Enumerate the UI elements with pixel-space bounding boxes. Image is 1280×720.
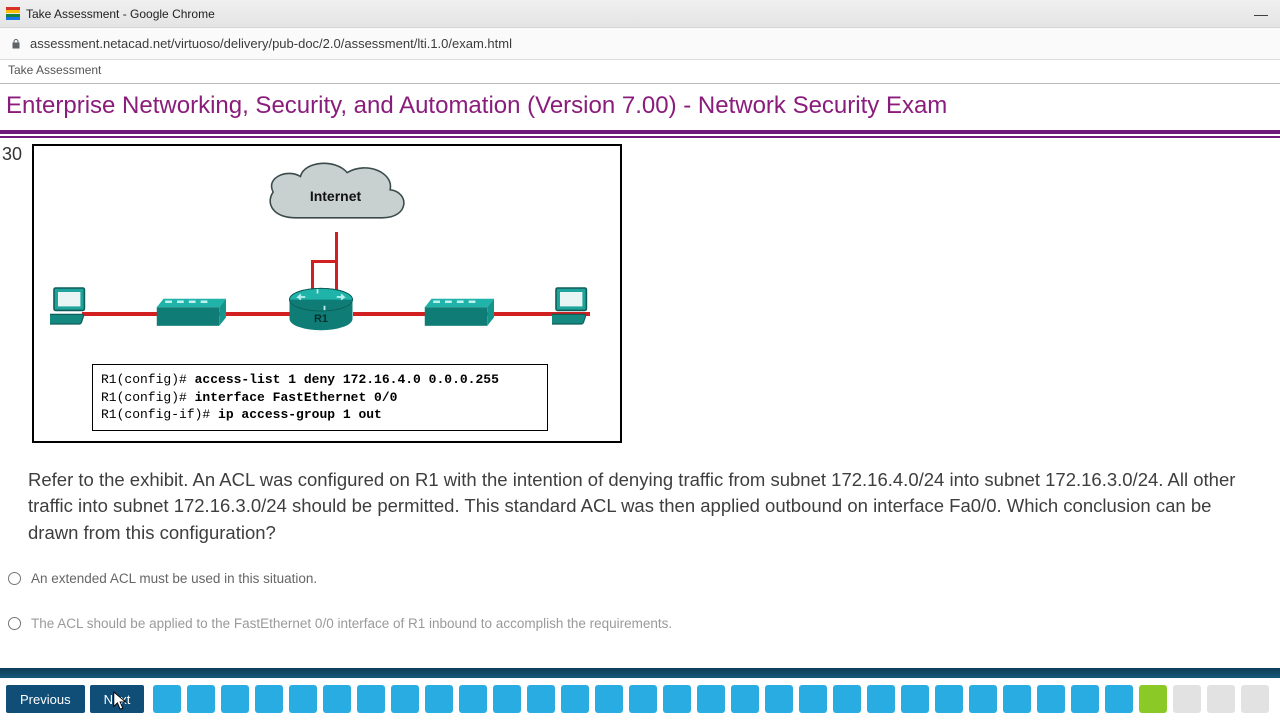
question-nav-box[interactable]	[255, 685, 283, 713]
question-nav-box[interactable]	[1139, 685, 1167, 713]
cfg-prompt: R1(config)#	[101, 372, 195, 387]
answer-option[interactable]: An extended ACL must be used in this sit…	[8, 571, 1278, 586]
page-tab-strip: Take Assessment	[0, 60, 1280, 84]
next-button[interactable]: Next	[90, 685, 145, 713]
cloud-label: Internet	[253, 157, 418, 235]
bottom-nav: Previous Next	[0, 668, 1280, 720]
cfg-prompt: R1(config)#	[101, 390, 195, 405]
question-nav-box[interactable]	[1105, 685, 1133, 713]
question-nav-box[interactable]	[901, 685, 929, 713]
exam-title: Enterprise Networking, Security, and Aut…	[6, 92, 1280, 120]
question-nav-box[interactable]	[1071, 685, 1099, 713]
question-nav-box[interactable]	[731, 685, 759, 713]
question-nav-box[interactable]	[221, 685, 249, 713]
question-nav-box[interactable]	[867, 685, 895, 713]
favicon-icon	[6, 7, 20, 21]
question-nav-box[interactable]	[1003, 685, 1031, 713]
question-nav-box[interactable]	[595, 685, 623, 713]
question-nav-box[interactable]	[969, 685, 997, 713]
question-nav-box[interactable]	[697, 685, 725, 713]
question-nav-box[interactable]	[935, 685, 963, 713]
answer-radio[interactable]	[8, 617, 21, 630]
switch-icon	[150, 296, 226, 337]
question-nav-box[interactable]	[1037, 685, 1065, 713]
question-nav-box[interactable]	[289, 685, 317, 713]
cfg-cmd: ip access-group 1 out	[218, 407, 382, 422]
answer-list: An extended ACL must be used in this sit…	[8, 571, 1278, 631]
window-title: Take Assessment - Google Chrome	[26, 7, 215, 21]
cloud-icon: Internet	[253, 157, 418, 240]
question-nav-box[interactable]	[1173, 685, 1201, 713]
question-nav-box[interactable]	[1241, 685, 1269, 713]
pc-icon	[50, 284, 98, 333]
switch-icon	[418, 296, 494, 337]
question-nav-box[interactable]	[561, 685, 589, 713]
window-minimize-button[interactable]: —	[1254, 6, 1268, 22]
question-nav-box[interactable]	[493, 685, 521, 713]
question-nav-box[interactable]	[527, 685, 555, 713]
config-text: R1(config)# access-list 1 deny 172.16.4.…	[92, 364, 548, 431]
router-label: R1	[286, 313, 356, 325]
question-nav-box[interactable]	[425, 685, 453, 713]
link-line	[311, 260, 338, 263]
router-icon: R1	[286, 286, 356, 341]
cfg-cmd: interface FastEthernet 0/0	[195, 390, 398, 405]
question-nav-box[interactable]	[629, 685, 657, 713]
question-nav-box[interactable]	[357, 685, 385, 713]
link-line	[335, 232, 338, 294]
question-nav-box[interactable]	[833, 685, 861, 713]
question-nav-box[interactable]	[459, 685, 487, 713]
question-nav-box[interactable]	[663, 685, 691, 713]
question-nav-box[interactable]	[187, 685, 215, 713]
question-nav-box[interactable]	[765, 685, 793, 713]
previous-button[interactable]: Previous	[6, 685, 85, 713]
question-nav-box[interactable]	[323, 685, 351, 713]
cfg-prompt: R1(config-if)#	[101, 407, 218, 422]
url-text[interactable]: assessment.netacad.net/virtuoso/delivery…	[30, 36, 1270, 51]
page-tab[interactable]: Take Assessment	[0, 60, 113, 77]
exhibit-image: Internet R1	[32, 144, 622, 443]
answer-radio[interactable]	[8, 572, 21, 585]
cfg-cmd: access-list 1 deny 172.16.4.0 0.0.0.255	[195, 372, 499, 387]
answer-text: The ACL should be applied to the FastEth…	[31, 616, 672, 631]
question-nav-box[interactable]	[391, 685, 419, 713]
pc-icon	[552, 284, 600, 333]
answer-text: An extended ACL must be used in this sit…	[31, 571, 317, 586]
divider	[0, 130, 1280, 134]
window-title-bar: Take Assessment - Google Chrome —	[0, 0, 1280, 28]
url-bar: assessment.netacad.net/virtuoso/delivery…	[0, 28, 1280, 60]
question-nav-box[interactable]	[799, 685, 827, 713]
question-nav-box[interactable]	[1207, 685, 1235, 713]
answer-option[interactable]: The ACL should be applied to the FastEth…	[8, 616, 1278, 631]
question-nav-box[interactable]	[153, 685, 181, 713]
question-text: Refer to the exhibit. An ACL was configu…	[28, 467, 1252, 547]
lock-icon	[10, 38, 22, 50]
question-area: 30 Internet	[0, 138, 1280, 631]
question-number: 30	[2, 144, 22, 165]
